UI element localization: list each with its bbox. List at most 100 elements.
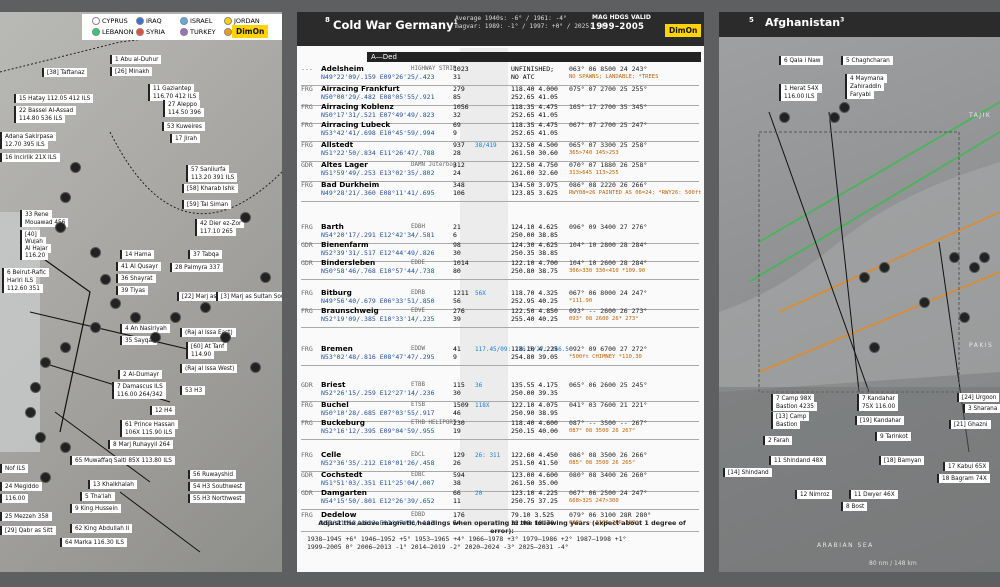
airfield-label[interactable]: 64 Marka 116.30 ILS [60,538,128,547]
airfield-marker-icon[interactable] [90,247,101,258]
airfield-marker-icon[interactable] [60,342,71,353]
airfield-label[interactable]: 6 Qala i Naw [779,56,824,65]
airfield-label[interactable]: [26] Minakh [110,67,153,76]
airfield-row[interactable]: FRG Bremen EDDW 41 9 117.45/09: 276.5/27: 346… [301,345,699,364]
airfield-label[interactable]: Faryabi [845,90,874,99]
airfield-label[interactable]: 17 Kabul 65X [943,462,990,471]
airfield-marker-icon[interactable] [969,262,980,273]
airfield-row[interactable]: GDR Altes Lager DAMN Jüterbog 312 24 122.50 4… [301,161,699,180]
airfield-label[interactable]: 12 Nimroz [795,490,833,499]
airfield-row[interactable]: --- Adelsheim HIGHWAY STRIP 1023 31 UNFINISHE… [301,65,699,84]
airfield-marker-icon[interactable] [240,212,251,223]
airfield-label[interactable]: 11 Dwyer 46X [849,490,898,499]
airfield-label[interactable]: [18] Bamyan [879,456,925,465]
airfield-label[interactable]: 114.80 536 ILS [14,114,66,123]
airfield-marker-icon[interactable] [979,252,990,263]
airfield-label[interactable]: 106X 115.90 ILS [120,428,176,437]
airfield-label[interactable]: 113.20 391 ILS [186,173,238,182]
airfield-marker-icon[interactable] [40,472,51,483]
airfield-marker-icon[interactable] [919,297,930,308]
airfield-marker-icon[interactable] [55,222,66,233]
airfield-label[interactable]: (Raj al Issa West) [180,364,238,373]
airfield-row[interactable]: FRG Celle EDCL 129 26 26: 311 122.60 4.450 251.… [301,451,699,470]
airfield-label[interactable]: 117.10 265 [195,227,236,236]
airfield-marker-icon[interactable] [949,252,960,263]
airfield-label[interactable]: 2 Farah [763,436,793,445]
airfield-label[interactable]: [24] Urgoon [957,393,1000,402]
airfield-row[interactable]: GDR Bindersleben EDDE 1014 80 122.10 4.700 250… [301,259,699,278]
airfield-label[interactable]: 4 An Nasiriyah [120,324,170,333]
airfield-label[interactable]: 5 Tha'lah [80,492,115,501]
airfield-label[interactable]: [29] Qabr as Sitt [0,526,56,535]
airfield-label[interactable]: 9 Tarinkot [875,432,911,441]
airfield-label[interactable]: 112.60 351 [2,284,43,293]
airfield-label[interactable]: 114.50 396 [163,108,204,117]
airfield-label[interactable]: 8 Marj Ruhayyil 264 [108,440,174,449]
airfield-marker-icon[interactable] [220,332,231,343]
airfield-label[interactable]: [14] Shindand [723,468,772,477]
airfield-marker-icon[interactable] [879,262,890,273]
airfield-label[interactable]: [19] Kandahar [855,416,905,425]
airfield-label[interactable]: 37 Tabqa [188,250,222,259]
airfield-marker-icon[interactable] [859,272,870,283]
airfield-marker-icon[interactable] [150,332,161,343]
airfield-label[interactable]: Bastion 4235 [771,402,817,411]
airfield-marker-icon[interactable] [959,312,970,323]
airfield-marker-icon[interactable] [60,442,71,453]
airfield-label[interactable]: 9 King Hussein [70,504,121,513]
airfield-marker-icon[interactable] [70,162,81,173]
airfield-label[interactable]: Bastion [771,420,801,429]
airfield-row[interactable]: FRG Airracing Lubeck 69 9 118.35 4.475 252.65… [301,121,699,140]
airfield-label[interactable]: 17 Jirah [170,134,200,143]
airfield-label[interactable]: 56 Ruwayshid [188,470,237,479]
airfield-label[interactable]: [3] Marj as Sultan South [216,292,282,301]
airfield-marker-icon[interactable] [779,112,790,123]
airfield-label[interactable]: 8 Bost [841,502,868,511]
airfield-row[interactable]: GDR Briest ETBB 115 30 36 135.55 4.175 250.00 3… [301,381,699,400]
airfield-marker-icon[interactable] [40,357,51,368]
airfield-label[interactable]: 65 Muwaffaq Salti 85X 113.80 ILS [70,456,175,465]
airfield-label[interactable]: 116.00 264/342 [112,390,166,399]
airfield-row[interactable]: FRG Buckeburg ETHB HELIPORT 230 19 118.40 4.6… [301,419,699,438]
airfield-row[interactable]: FRG Allstedt 937 28 38/419 132.50 4.500 261.50… [301,141,699,160]
airfield-label[interactable]: 12 H4 [150,406,176,415]
airfield-label[interactable]: 1 Abu al-Duhur [110,55,162,64]
airfield-label[interactable]: [38] Taftanaz [42,68,88,77]
airfield-marker-icon[interactable] [60,192,71,203]
airfield-label[interactable]: 36 Shayrat [116,274,156,283]
airfield-marker-icon[interactable] [839,102,850,113]
airfield-marker-icon[interactable] [90,322,101,333]
airfield-label[interactable]: 53 Kuweires [162,122,205,131]
airfield-label[interactable]: 55 H3 Northwest [188,494,245,503]
airfield-marker-icon[interactable] [250,362,261,373]
airfield-marker-icon[interactable] [829,112,840,123]
airfield-marker-icon[interactable] [130,312,141,323]
airfield-label[interactable]: 11 Shindand 48X [769,456,827,465]
airfield-label[interactable]: 75X 116.00 [857,402,899,411]
airfield-label[interactable]: 18 Bagram 74X [937,474,990,483]
airfield-marker-icon[interactable] [35,432,46,443]
airfield-label[interactable]: 15 Hatay 112.05 412 ILS [14,94,94,103]
airfield-label[interactable]: 2 Al-Dumayr [118,370,163,379]
airfield-row[interactable]: GDR Damgarten 66 11 20 123.10 4.225 250.75 37.… [301,489,699,508]
airfield-label[interactable]: 114.90 [186,350,215,359]
airfield-label[interactable]: 62 King Abdullah II [70,524,133,533]
airfield-label[interactable]: 116.20 [20,251,49,260]
airfield-label[interactable]: 13 Khalkhalah [88,480,137,489]
airfield-label[interactable]: 5 Chaghcharan [841,56,893,65]
airfield-marker-icon[interactable] [869,342,880,353]
airfield-label[interactable]: 116.00 [0,494,29,503]
airfield-label[interactable]: 28 Palmyra 337 [170,263,224,272]
airfield-marker-icon[interactable] [170,312,181,323]
airfield-label[interactable]: 16 Incirlik 21X ILS [0,153,60,162]
airfield-label[interactable]: Nof ILS [0,464,29,473]
airfield-label[interactable]: [21] Ghazni [949,420,991,429]
airfield-label[interactable]: 25 Mezzeh 358 [0,512,52,521]
airfield-row[interactable]: FRG Bad Durkheim 348 106 134.50 3.975 123.85 … [301,181,704,200]
airfield-label[interactable]: 53 H3 [180,386,206,395]
airfield-label[interactable]: 3 Sharana [963,404,1000,413]
airfield-marker-icon[interactable] [30,382,41,393]
airfield-row[interactable]: FRG Braunschweig EDVE 276 39 122.50 4.850 255.… [301,307,699,326]
airfield-label[interactable]: 54 H3 Southwest [188,482,246,491]
airfield-label[interactable]: 12.70 395 ILS [0,140,48,149]
